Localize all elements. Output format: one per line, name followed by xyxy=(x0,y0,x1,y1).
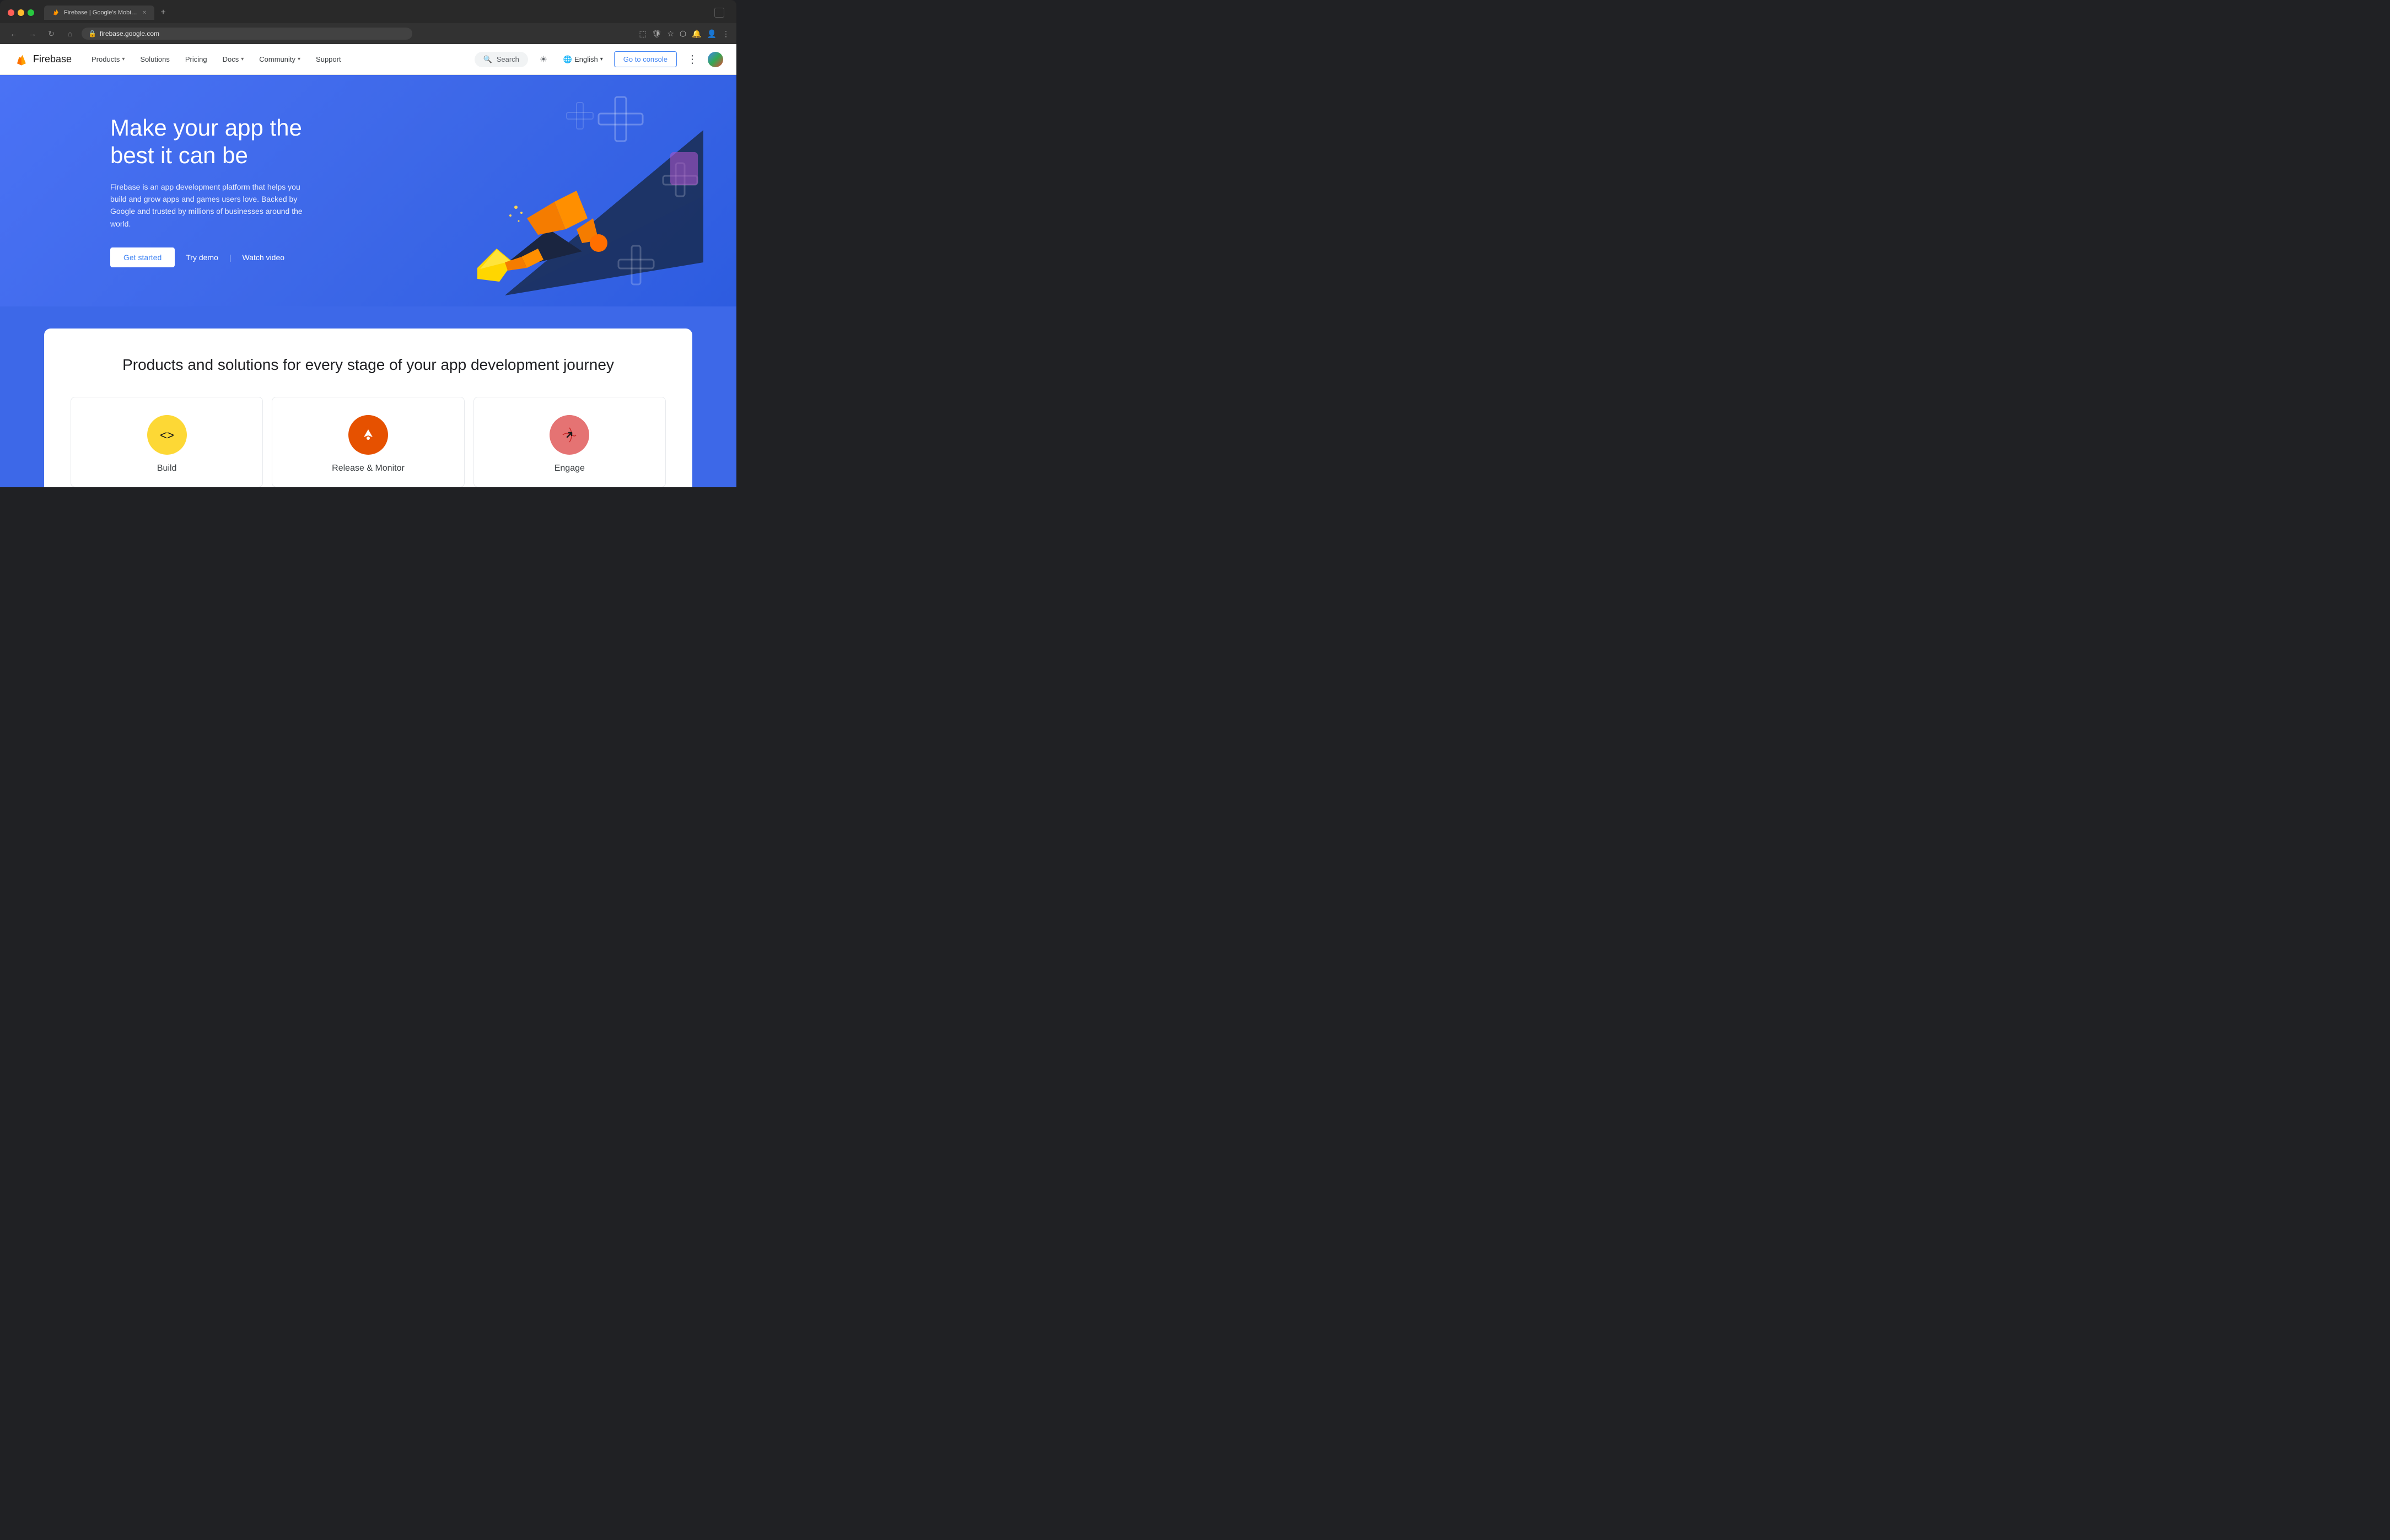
hero-illustration xyxy=(395,86,703,306)
nav-pricing-label: Pricing xyxy=(185,55,207,63)
browser-tabs: Firebase | Google's Mobile a... ✕ + xyxy=(44,6,710,20)
hero-content: Make your app the best it can be Firebas… xyxy=(110,114,342,267)
lock-icon: 🔒 xyxy=(88,30,96,37)
firebase-logo-icon xyxy=(13,52,29,67)
more-options-button[interactable]: ⋮ xyxy=(683,51,701,68)
nav-docs-label: Docs xyxy=(223,55,239,63)
restore-button[interactable] xyxy=(714,8,724,18)
products-card: Products and solutions for every stage o… xyxy=(44,329,692,487)
website-content: Firebase Products ▾ Solutions Pricing Do… xyxy=(0,44,736,487)
release-monitor-label: Release & Monitor xyxy=(332,464,405,473)
minimize-button[interactable] xyxy=(18,9,24,16)
back-button[interactable]: ← xyxy=(7,26,21,41)
hero-svg xyxy=(395,86,703,306)
browser-titlebar: Firebase | Google's Mobile a... ✕ + xyxy=(0,0,736,23)
nav-solutions[interactable]: Solutions xyxy=(133,51,176,68)
tab-title: Firebase | Google's Mobile a... xyxy=(64,9,138,16)
refresh-button[interactable]: ↻ xyxy=(44,26,58,41)
shield-icon[interactable]: 🛡 xyxy=(652,29,662,39)
hero-actions: Get started Try demo | Watch video xyxy=(110,247,342,267)
globe-icon: 🌐 xyxy=(563,55,572,64)
products-title: Products and solutions for every stage o… xyxy=(71,355,666,375)
language-selector[interactable]: 🌐 English ▾ xyxy=(559,52,607,67)
firebase-logo[interactable]: Firebase xyxy=(13,52,72,67)
cast-icon[interactable]: ⬚ xyxy=(639,29,646,39)
engage-card[interactable]: Engage xyxy=(473,397,666,487)
hero-divider: | xyxy=(229,253,232,262)
maximize-button[interactable] xyxy=(28,9,34,16)
release-icon-wrapper xyxy=(348,415,388,455)
nav-community[interactable]: Community ▾ xyxy=(252,51,307,68)
home-button[interactable]: ⌂ xyxy=(63,26,77,41)
hero-description: Firebase is an app development platform … xyxy=(110,181,309,230)
products-grid: <> Build xyxy=(71,397,666,487)
products-section: Products and solutions for every stage o… xyxy=(0,306,736,487)
tab-close-icon[interactable]: ✕ xyxy=(142,10,147,16)
build-icon-wrapper: <> xyxy=(147,415,187,455)
release-icon xyxy=(358,425,378,445)
get-started-button[interactable]: Get started xyxy=(110,247,175,267)
docs-chevron-icon: ▾ xyxy=(241,56,244,62)
language-label: English xyxy=(574,55,598,63)
watch-video-button[interactable]: Watch video xyxy=(243,253,285,262)
tab-favicon xyxy=(52,9,60,17)
menu-icon[interactable]: ⋮ xyxy=(722,29,730,39)
nav-pricing[interactable]: Pricing xyxy=(179,51,214,68)
profile-icon[interactable]: 👤 xyxy=(707,29,717,39)
firebase-navbar: Firebase Products ▾ Solutions Pricing Do… xyxy=(0,44,736,75)
nav-links: Products ▾ Solutions Pricing Docs ▾ Comm… xyxy=(85,51,475,68)
notifications-icon[interactable]: 🔔 xyxy=(692,29,701,39)
build-label: Build xyxy=(157,464,177,473)
address-bar[interactable]: 🔒 firebase.google.com xyxy=(82,28,412,40)
close-button[interactable] xyxy=(8,9,14,16)
browser-nav: ← → ↻ ⌂ 🔒 firebase.google.com ⬚ 🛡 ☆ ⬡ 🔔 … xyxy=(0,23,736,44)
forward-button[interactable]: → xyxy=(25,26,40,41)
theme-toggle-button[interactable]: ☀ xyxy=(535,51,552,68)
release-monitor-card[interactable]: Release & Monitor xyxy=(272,397,464,487)
extension-icon[interactable]: ⬡ xyxy=(680,29,686,39)
search-label: Search xyxy=(497,55,519,63)
logo-text: Firebase xyxy=(33,53,72,65)
nav-products-label: Products xyxy=(91,55,120,63)
engage-icon-wrapper xyxy=(550,415,589,455)
search-icon: 🔍 xyxy=(483,55,492,64)
nav-support-label: Support xyxy=(316,55,341,63)
nav-docs[interactable]: Docs ▾ xyxy=(216,51,251,68)
nav-community-label: Community xyxy=(259,55,295,63)
user-avatar[interactable] xyxy=(708,52,723,67)
engage-icon xyxy=(559,425,579,445)
svg-text:<>: <> xyxy=(160,428,174,442)
nav-support[interactable]: Support xyxy=(309,51,348,68)
url-text: firebase.google.com xyxy=(100,30,159,37)
new-tab-button[interactable]: + xyxy=(157,6,170,19)
try-demo-button[interactable]: Try demo xyxy=(186,253,218,262)
hero-title: Make your app the best it can be xyxy=(110,114,342,170)
nav-products[interactable]: Products ▾ xyxy=(85,51,131,68)
engage-label: Engage xyxy=(555,464,585,473)
search-bar[interactable]: 🔍 Search xyxy=(475,52,528,67)
bookmark-star-icon[interactable]: ☆ xyxy=(667,29,674,39)
language-chevron-icon: ▾ xyxy=(600,56,603,62)
nav-solutions-label: Solutions xyxy=(140,55,169,63)
build-icon: <> xyxy=(157,425,177,445)
community-chevron-icon: ▾ xyxy=(298,56,300,62)
build-card[interactable]: <> Build xyxy=(71,397,263,487)
go-to-console-button[interactable]: Go to console xyxy=(614,51,677,67)
products-chevron-icon: ▾ xyxy=(122,56,125,62)
traffic-lights xyxy=(8,9,34,16)
hero-section: Make your app the best it can be Firebas… xyxy=(0,75,736,306)
browser-actions: ⬚ 🛡 ☆ ⬡ 🔔 👤 ⋮ xyxy=(639,29,730,39)
nav-right: 🔍 Search ☀ 🌐 English ▾ Go to console ⋮ xyxy=(475,51,723,68)
browser-window: Firebase | Google's Mobile a... ✕ + ← → … xyxy=(0,0,736,487)
active-tab[interactable]: Firebase | Google's Mobile a... ✕ xyxy=(44,6,154,20)
